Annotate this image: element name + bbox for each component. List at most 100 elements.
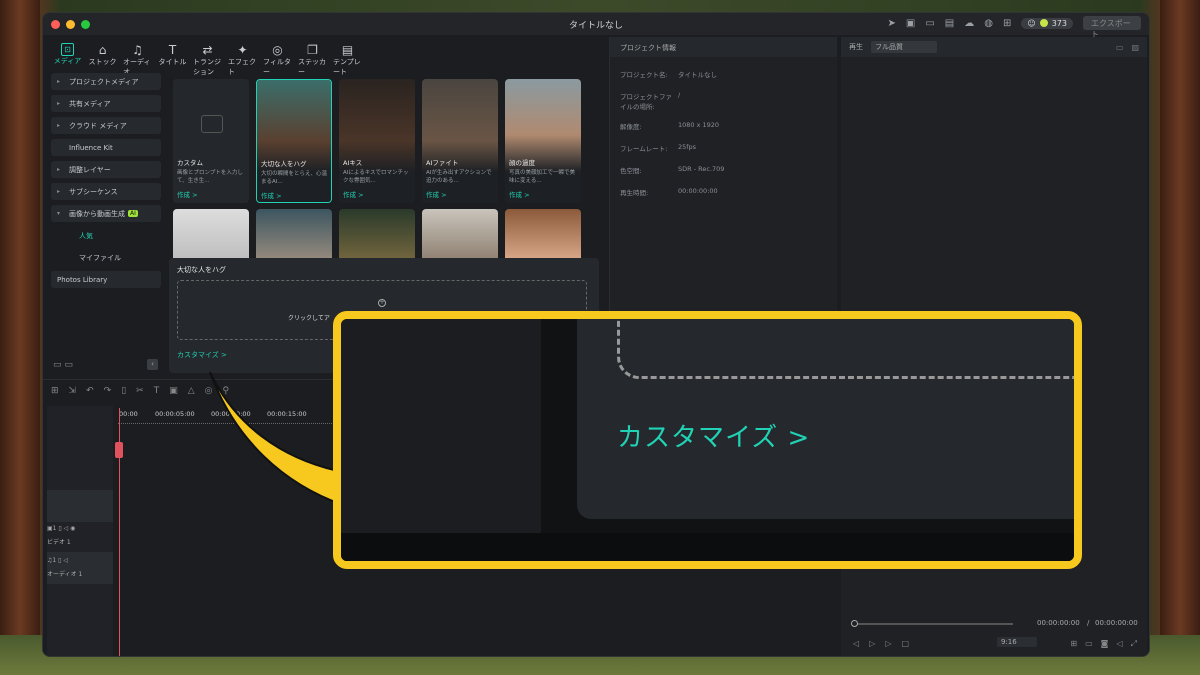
camera-icon[interactable]: ◙	[1101, 639, 1109, 649]
template-card-hug[interactable]: 大切な人をハグ 大切の瞬間をとらえ、心温まるAI... 作成 >	[256, 79, 332, 203]
title-bar-actions: ➤ ▣ ▭ ▤ ☁ ◍ ⊞ ☺ 373 エクスポート	[888, 16, 1141, 39]
folder-icon[interactable]: ▭ ▭	[53, 360, 73, 370]
collapse-sidebar-button[interactable]: ‹	[147, 359, 158, 370]
template-card-thumbnail[interactable]	[505, 209, 581, 265]
zoomed-bottom	[341, 533, 1074, 561]
zoomed-dropzone	[617, 319, 1074, 379]
crop-icon[interactable]: ▣	[169, 386, 178, 396]
credits-badge[interactable]: ☺ 373	[1021, 17, 1073, 29]
chevron-down-icon: ▾	[57, 210, 61, 217]
sidebar-item-influence-kit[interactable]: Influence Kit	[51, 139, 161, 156]
player-right-controls: ⊞ ▭ ◙ ◁ ⤢	[1070, 639, 1137, 649]
template-card-custom[interactable]: カスタム 画像とプロンプトを入力して、生き生... 作成 >	[173, 79, 249, 203]
template-card-ai-fight[interactable]: AIファイト AIが生み出すアクションで迫力のある... 作成 >	[422, 79, 498, 203]
headset-icon[interactable]: ◍	[984, 18, 993, 29]
sticker-icon: ❐	[307, 43, 318, 57]
sidebar-item-shared-media[interactable]: ▸ 共有メディア	[51, 95, 161, 112]
add-icon[interactable]: ⊞	[1070, 639, 1077, 649]
cut-icon[interactable]: ✂	[136, 386, 144, 396]
text-icon[interactable]: T	[154, 386, 160, 396]
playback-progress[interactable]	[853, 623, 1013, 625]
card-title: AIファイト	[426, 159, 459, 167]
play-frame-icon[interactable]: ▷	[869, 639, 875, 648]
delete-icon[interactable]: ▯	[121, 386, 126, 396]
sidebar-item-project-media[interactable]: ▸ プロジェクトメディア	[51, 73, 161, 90]
playhead-handle[interactable]	[115, 442, 123, 458]
stop-icon[interactable]: □	[901, 639, 909, 648]
tab-music[interactable]: ♫ オーディオ	[123, 43, 152, 77]
select-icon[interactable]: ⇲	[69, 386, 77, 396]
sidebar-item-adjustment-layer[interactable]: ▸ 調整レイヤー	[51, 161, 161, 178]
image-icon[interactable]: ▨	[1131, 43, 1139, 52]
card-create-link[interactable]: 作成 >	[261, 190, 282, 200]
layout-icon[interactable]: ▤	[945, 18, 954, 29]
card-create-link[interactable]: 作成 >	[343, 189, 364, 199]
zoomed-popup: カスタマイズ >	[577, 319, 1074, 519]
video-track-controls: ▣1 ▯ ◁ ◉	[47, 525, 76, 532]
send-icon[interactable]: ➤	[888, 18, 896, 29]
sidebar-sub-my-files[interactable]: マイファイル	[51, 249, 161, 266]
tab-sticker[interactable]: ❐ ステッカー	[298, 43, 327, 77]
sidebar-item-image-to-video[interactable]: ▾ 画像から動画生成 AI	[51, 205, 161, 222]
tab-title[interactable]: T タイトル	[158, 43, 187, 77]
grid-icon[interactable]: ⊞	[1003, 18, 1011, 29]
player-label: 再生	[849, 43, 863, 51]
audio-track-label: オーディオ 1	[47, 571, 83, 578]
tab-filter[interactable]: ◎ フィルター	[263, 43, 292, 77]
tab-media[interactable]: ⊡ メディア	[53, 43, 82, 77]
volume-icon[interactable]: ◁	[1116, 639, 1122, 649]
color-icon[interactable]: △	[188, 386, 195, 396]
zoomed-customize-link[interactable]: カスタマイズ >	[617, 417, 810, 454]
template-card-ai-kiss[interactable]: AIキス AIによるキスでロマンチックな雰囲気... 作成 >	[339, 79, 415, 203]
template-card-thumbnail[interactable]	[173, 209, 249, 265]
media-sidebar: ▸ プロジェクトメディア ▸ 共有メディア ▸ クラウド メディア Influence…	[51, 73, 161, 376]
sidebar-sub-popular[interactable]: 人気	[51, 227, 161, 244]
add-icon: +	[378, 299, 386, 307]
chevron-right-icon: ▸	[57, 188, 61, 195]
undo-icon[interactable]: ↶	[86, 386, 94, 396]
sidebar-item-cloud-media[interactable]: ▸ クラウド メディア	[51, 117, 161, 134]
play-icon[interactable]: ▷	[885, 639, 891, 648]
cart-icon[interactable]: ▣	[906, 18, 915, 29]
tab-template[interactable]: ▤ テンプレート	[333, 43, 362, 77]
card-create-link[interactable]: 作成 >	[177, 189, 198, 199]
tab-label: ストック	[88, 58, 117, 66]
grid-icon[interactable]: ⊞	[51, 386, 59, 396]
tab-stock[interactable]: ⌂ ストック	[88, 43, 117, 77]
quality-select[interactable]: フル品質	[871, 41, 937, 53]
monitor-icon[interactable]: ▭	[925, 18, 934, 29]
template-card-face[interactable]: 顔の過度 写真の美顔加工で一瞬で美味に変える... 作成 >	[505, 79, 581, 203]
template-card-thumbnail[interactable]	[256, 209, 332, 265]
card-desc: AIによるキスでロマンチックな雰囲気...	[343, 170, 409, 184]
card-title: AIキス	[343, 159, 363, 167]
template-icon: ▤	[341, 43, 354, 57]
card-create-link[interactable]: 作成 >	[509, 189, 530, 199]
template-card-thumbnail[interactable]	[422, 209, 498, 265]
aspect-ratio-select[interactable]: 9:16	[997, 637, 1037, 647]
time-total: 00:00:00:00	[1095, 619, 1138, 627]
sidebar-item-subsequence[interactable]: ▸ サブシーケンス	[51, 183, 161, 200]
music-icon: ♫	[132, 43, 143, 57]
customize-link[interactable]: カスタマイズ >	[177, 350, 227, 360]
chevron-right-icon: ▸	[57, 166, 61, 173]
tab-transition[interactable]: ⇄ トランジション	[193, 43, 222, 77]
avatar: ☺	[1027, 18, 1036, 28]
prev-frame-icon[interactable]: ◁	[853, 639, 859, 648]
template-card-thumbnail[interactable]	[339, 209, 415, 265]
card-create-link[interactable]: 作成 >	[426, 189, 447, 199]
video-track-header	[47, 490, 113, 522]
info-row: 色空間: SDR - Rec.709	[620, 165, 725, 175]
fullscreen-icon[interactable]: ⤢	[1131, 639, 1137, 649]
display-icon[interactable]: ▭	[1085, 639, 1093, 649]
card-desc: 画像とプロンプトを入力して、生き生...	[177, 170, 243, 184]
snapshot-icon[interactable]: ▭	[1116, 43, 1124, 52]
tree-trunk-right	[1160, 0, 1200, 675]
tick-label: 00:00:05:00	[155, 410, 195, 418]
redo-icon[interactable]: ↷	[104, 386, 112, 396]
tab-effect[interactable]: ✦ エフェクト	[228, 43, 257, 77]
sidebar-item-photos-library[interactable]: Photos Library	[51, 271, 161, 288]
export-button[interactable]: エクスポート	[1083, 16, 1141, 39]
progress-handle[interactable]	[851, 620, 858, 627]
card-desc: AIが生み出すアクションで迫力のある...	[426, 170, 492, 184]
cloud-icon[interactable]: ☁	[964, 18, 974, 29]
